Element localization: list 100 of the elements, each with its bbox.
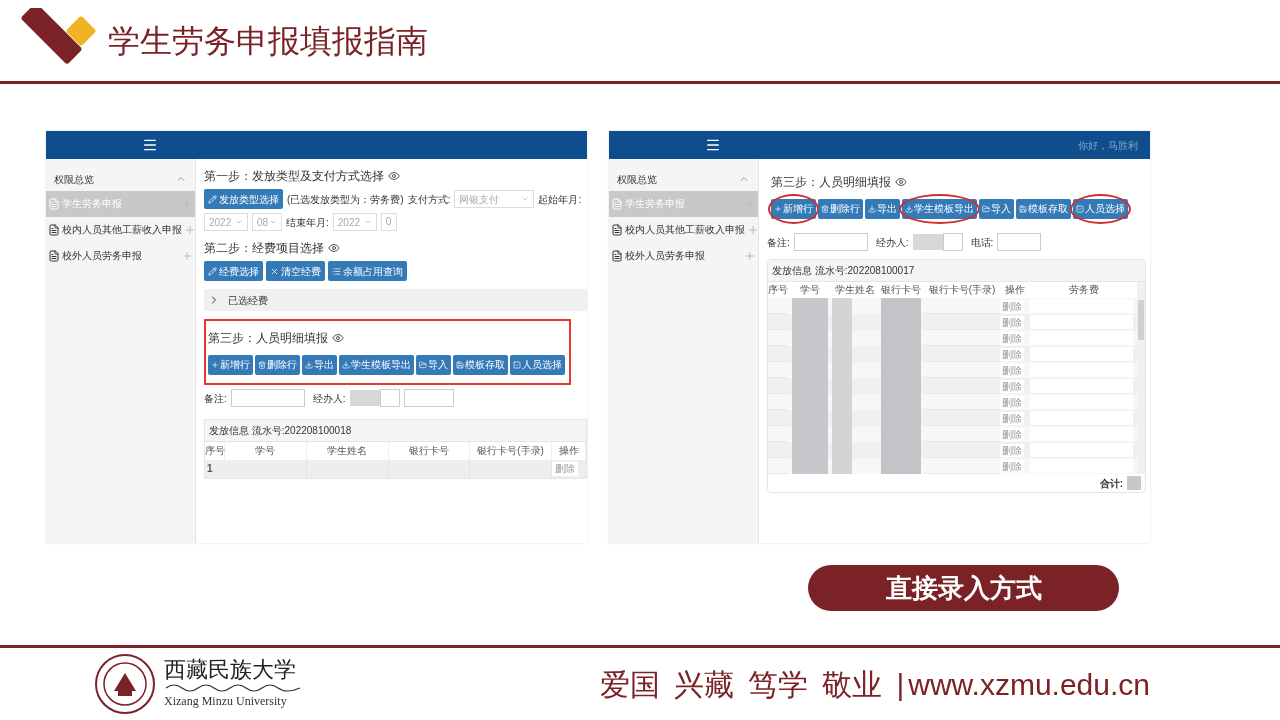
university-english-name: Xizang Minzu University bbox=[164, 693, 288, 710]
field-label: 结束年月: bbox=[286, 215, 329, 230]
delete-button[interactable]: 删除 bbox=[1000, 331, 1024, 345]
delete-button[interactable]: 删除 bbox=[1000, 443, 1024, 457]
file-icon bbox=[48, 198, 60, 210]
toolbar-button[interactable]: 学生模板导出 bbox=[902, 199, 977, 219]
select-field[interactable]: 2022 bbox=[332, 213, 377, 231]
motto-word: 笃学 bbox=[748, 666, 809, 703]
download-icon bbox=[905, 205, 913, 213]
menu-icon[interactable] bbox=[142, 137, 158, 153]
select-field[interactable]: 0 bbox=[380, 213, 397, 231]
dropdown-icon bbox=[521, 195, 530, 203]
delete-button[interactable]: 删除 bbox=[1000, 347, 1024, 361]
column-header: 银行卡号(手录) bbox=[927, 283, 997, 297]
delete-button[interactable]: 删除 bbox=[1000, 315, 1024, 329]
toolbar-button[interactable]: 新增行 bbox=[208, 355, 253, 375]
delete-button[interactable]: 删除 bbox=[1000, 427, 1024, 441]
scrollbar[interactable] bbox=[1137, 282, 1145, 474]
field-label: 经办人: bbox=[875, 235, 909, 250]
download-icon bbox=[342, 361, 350, 369]
select-field[interactable]: 2022 bbox=[204, 213, 248, 231]
university-seal-icon bbox=[94, 653, 156, 715]
toolbar-button[interactable]: 导出 bbox=[865, 199, 900, 219]
blurred-cell bbox=[832, 458, 852, 474]
greeting-text: 你好，马胜利 bbox=[1078, 138, 1138, 153]
field-label: 支付方式: bbox=[407, 192, 451, 207]
file-icon bbox=[48, 224, 60, 236]
delete-button[interactable]: 删除 bbox=[1000, 411, 1024, 425]
motto-word: 兴藏 bbox=[674, 666, 735, 703]
file-icon bbox=[611, 250, 623, 262]
file-icon bbox=[611, 224, 623, 236]
pencil-icon bbox=[208, 266, 217, 276]
toolbar-button[interactable]: 删除行 bbox=[818, 199, 863, 219]
save-icon bbox=[1019, 205, 1027, 213]
blurred-cell bbox=[1127, 476, 1141, 490]
remark-field[interactable] bbox=[793, 233, 868, 251]
sidebar-item[interactable]: 校外人员劳务申报 bbox=[46, 243, 195, 269]
expand-icon bbox=[747, 224, 759, 236]
dropdown-icon bbox=[235, 218, 243, 226]
remark-field[interactable] bbox=[230, 389, 305, 407]
handler-field[interactable] bbox=[942, 233, 963, 251]
menu-icon[interactable] bbox=[705, 137, 721, 153]
motto-word: 敬业 bbox=[822, 666, 883, 703]
toolbar-button[interactable]: 人员选择 bbox=[510, 355, 565, 375]
toolbar-button[interactable]: 导出 bbox=[302, 355, 337, 375]
toolbar-button[interactable]: 模板存取 bbox=[453, 355, 508, 375]
toolbar-button[interactable]: 删除行 bbox=[255, 355, 300, 375]
file-icon bbox=[48, 250, 60, 262]
panel-caption: 发放信息 流水号:202208100017 bbox=[772, 264, 915, 278]
close-icon bbox=[270, 266, 279, 276]
eye-icon[interactable] bbox=[328, 242, 340, 254]
blurred-cell bbox=[832, 298, 852, 314]
callout-label: 直接录入方式 bbox=[808, 565, 1119, 611]
eye-icon[interactable] bbox=[388, 170, 400, 182]
table-cell: 1 bbox=[205, 460, 225, 478]
select-field[interactable]: 08 bbox=[252, 213, 282, 231]
panel-caption: 发放信息 流水号:202208100018 bbox=[209, 424, 352, 438]
file-icon bbox=[611, 198, 623, 210]
toolbar-button[interactable]: 发放类型选择 bbox=[204, 189, 283, 209]
select-field[interactable]: 网银支付 bbox=[454, 190, 535, 208]
toolbar-button[interactable]: 新增行 bbox=[771, 199, 816, 219]
selection-note: (已选发放类型为：劳务费) bbox=[287, 192, 404, 207]
website-url: www.xzmu.edu.cn bbox=[908, 666, 1150, 703]
phone-field[interactable] bbox=[403, 389, 454, 407]
delete-button[interactable]: 删除 bbox=[1000, 459, 1024, 473]
toolbar-button[interactable]: 余额占用查询 bbox=[328, 261, 407, 281]
blurred-cell bbox=[792, 458, 828, 474]
toolbar-button[interactable]: 导入 bbox=[416, 355, 451, 375]
dropdown-icon bbox=[269, 218, 277, 226]
toolbar-button[interactable]: 学生模板导出 bbox=[339, 355, 414, 375]
collapsible-panel[interactable]: 已选经费 bbox=[204, 289, 587, 311]
checkbox-icon bbox=[513, 361, 521, 369]
blurred-name bbox=[349, 390, 380, 406]
step-title: 第一步：发放类型及支付方式选择 bbox=[204, 168, 384, 185]
column-header: 学号 bbox=[799, 283, 821, 297]
handler-field[interactable] bbox=[379, 389, 400, 407]
delete-button[interactable]: 删除 bbox=[1000, 363, 1024, 377]
dropdown-icon bbox=[363, 218, 372, 226]
sidebar-item[interactable]: 校内人员其他工薪收入申报 bbox=[609, 217, 758, 243]
sidebar-item[interactable]: 校内人员其他工薪收入申报 bbox=[46, 217, 195, 243]
delete-button[interactable]: 删除 bbox=[1000, 379, 1024, 393]
sidebar-item[interactable]: 校外人员劳务申报 bbox=[609, 243, 758, 269]
delete-button[interactable]: 删除 bbox=[552, 462, 578, 476]
plus-icon bbox=[774, 205, 782, 213]
column-header: 银行卡号 bbox=[880, 283, 922, 297]
delete-button[interactable]: 删除 bbox=[1000, 299, 1024, 313]
toolbar-button[interactable]: 人员选择 bbox=[1073, 199, 1128, 219]
toolbar-button[interactable]: 经费选择 bbox=[204, 261, 263, 281]
phone-field[interactable] bbox=[997, 233, 1042, 251]
step-title: 第三步：人员明细填报 bbox=[208, 330, 328, 347]
field-label: 备注: bbox=[767, 235, 790, 250]
toolbar-button[interactable]: 导入 bbox=[979, 199, 1014, 219]
toolbar-button[interactable]: 模板存取 bbox=[1016, 199, 1071, 219]
column-header: 操作 bbox=[1004, 283, 1026, 297]
delete-button[interactable]: 删除 bbox=[1000, 395, 1024, 409]
save-icon bbox=[456, 361, 464, 369]
pencil-icon bbox=[208, 194, 217, 204]
toolbar-button[interactable]: 清空经费 bbox=[266, 261, 325, 281]
eye-icon[interactable] bbox=[895, 176, 907, 188]
eye-icon[interactable] bbox=[332, 332, 344, 344]
